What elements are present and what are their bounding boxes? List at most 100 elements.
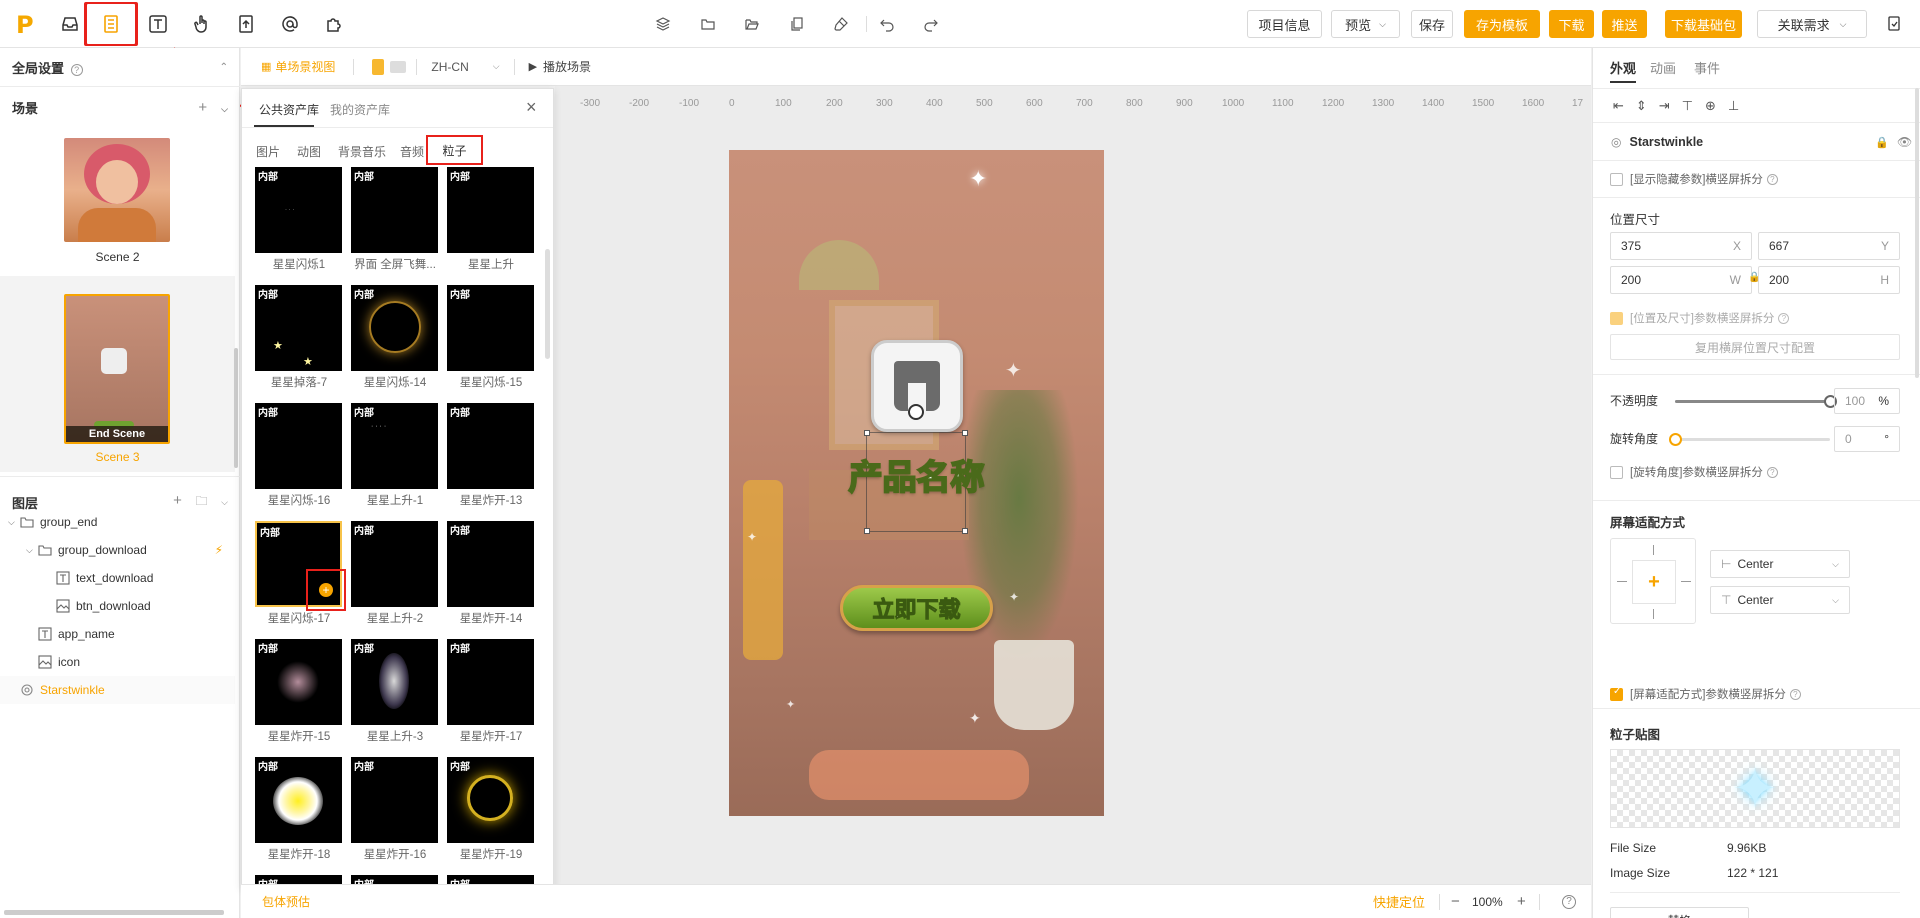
horizontal-scrollbar[interactable] xyxy=(4,910,224,915)
new-folder-icon[interactable]: 🗀 xyxy=(196,494,208,508)
asset-thumbnail[interactable]: 内部 xyxy=(351,757,438,843)
language-select[interactable]: ZH-CN xyxy=(431,60,468,74)
subtab-bgm[interactable]: 背景音乐 xyxy=(338,143,386,160)
layer-row[interactable]: icon xyxy=(0,648,235,676)
rotation-input[interactable]: 0 ° xyxy=(1834,426,1900,452)
color-swatch-orange[interactable] xyxy=(372,58,385,75)
single-scene-view-button[interactable]: 单场景视图 xyxy=(275,58,335,75)
h-align-select[interactable]: ⊢ Center ⌵ xyxy=(1710,550,1850,578)
clipboard-check-icon[interactable] xyxy=(1883,12,1905,34)
tab-public-assets[interactable]: 公共资产库 xyxy=(259,101,319,118)
scene-name[interactable]: Scene 2 xyxy=(0,250,235,264)
pos-split-checkbox[interactable] xyxy=(1610,311,1623,325)
asset-thumbnail[interactable]: 内部 xyxy=(447,403,534,489)
chevron-down-icon[interactable]: ⌵ xyxy=(26,545,38,556)
asset-thumbnail[interactable]: 内部 xyxy=(255,639,342,725)
chevron-up-icon[interactable]: ⌃ xyxy=(220,62,228,73)
eraser-icon[interactable] xyxy=(830,13,852,35)
folder-icon[interactable] xyxy=(697,13,719,35)
layer-row[interactable]: btn_download xyxy=(0,592,235,620)
asset-thumbnail[interactable]: 内部 xyxy=(351,521,438,607)
rotation-split-row[interactable]: [旋转角度]参数横竖屏拆分 ? xyxy=(1610,464,1778,480)
asset-thumbnail[interactable]: 内部 xyxy=(351,639,438,725)
rotate-handle-icon[interactable] xyxy=(908,404,924,420)
asset-thumbnail[interactable]: 内部 · · · · xyxy=(351,403,438,489)
hand-tool-icon[interactable] xyxy=(188,10,216,38)
rotation-split-checkbox[interactable] xyxy=(1610,465,1623,479)
rotation-slider-knob[interactable] xyxy=(1669,433,1682,446)
eye-icon[interactable]: 👁 xyxy=(1897,135,1912,149)
layers-icon[interactable] xyxy=(652,13,674,35)
layer-row[interactable]: text_download xyxy=(0,564,235,592)
asset-thumbnail-hovered[interactable]: 内部 + xyxy=(255,521,346,611)
pos-split-row[interactable]: [位置及尺寸]参数横竖屏拆分 ? xyxy=(1610,310,1790,326)
chevron-down-icon[interactable]: ⌵ xyxy=(8,517,20,528)
add-scene-icon[interactable]: + xyxy=(198,99,207,116)
y-input[interactable]: 667 Y xyxy=(1758,232,1900,260)
scenes-scrollbar[interactable] xyxy=(234,348,238,468)
show-hidden-row[interactable]: [显示隐藏参数]横竖屏拆分 ? xyxy=(1610,171,1778,187)
asset-scrollbar[interactable] xyxy=(545,249,550,359)
scene-layout-icon[interactable] xyxy=(85,2,137,46)
copy-icon[interactable] xyxy=(786,13,808,35)
opacity-input[interactable]: 100% xyxy=(1834,388,1900,414)
opacity-slider[interactable] xyxy=(1675,395,1837,408)
inbox-icon[interactable] xyxy=(56,10,84,38)
asset-thumbnail[interactable]: 内部 xyxy=(351,285,438,371)
layer-row[interactable]: ⌵ group_download ⚡ xyxy=(0,536,235,564)
color-swatch-gray[interactable] xyxy=(390,60,407,73)
subtab-particles[interactable]: 粒子 xyxy=(426,135,483,165)
asset-thumbnail[interactable]: 内部 xyxy=(351,167,438,253)
scene-thumbnail[interactable] xyxy=(64,138,170,242)
link-requirement-button[interactable]: 关联需求 ⌵ xyxy=(1757,10,1867,38)
chevron-down-icon[interactable]: ⌵ xyxy=(221,497,228,507)
layer-row[interactable]: ⌵ group_end xyxy=(0,508,235,536)
download-base-button[interactable]: 下载基础包 xyxy=(1665,10,1742,38)
h-input[interactable]: 200 H xyxy=(1758,266,1900,294)
show-hidden-checkbox[interactable] xyxy=(1610,172,1623,186)
layer-row-selected[interactable]: Starstwinkle xyxy=(0,676,235,704)
asset-thumbnail[interactable]: 内部 xyxy=(255,757,342,843)
help-icon[interactable]: ? xyxy=(1562,894,1576,909)
download-now-button[interactable]: 立即下载 xyxy=(840,585,993,631)
global-settings-header[interactable]: 全局设置 ? ⌃ xyxy=(0,50,240,84)
redo-icon[interactable] xyxy=(920,13,942,35)
push-button[interactable]: 推送 xyxy=(1602,10,1647,38)
scene-preview[interactable]: ✦ ✦ ✦ ✦ ✦ ✦ 产品名称 立即下载 xyxy=(729,150,1104,816)
screen-split-row[interactable]: ✓ [屏幕适配方式]参数横竖屏拆分 ? xyxy=(1610,686,1801,702)
app-name-text[interactable]: 产品名称 xyxy=(729,450,1104,499)
chevron-down-icon[interactable]: ⌵ xyxy=(221,104,228,114)
zoom-out-button[interactable]: − xyxy=(1451,893,1460,910)
save-template-button[interactable]: 存为模板 xyxy=(1464,10,1540,38)
properties-scrollbar[interactable] xyxy=(1915,88,1919,378)
asset-thumbnail[interactable]: 内部 · · · xyxy=(255,167,342,253)
asset-thumbnail[interactable]: 内部 ★ ★ xyxy=(255,285,342,371)
subtab-animations[interactable]: 动图 xyxy=(297,143,321,160)
layer-row[interactable]: app_name xyxy=(0,620,235,648)
tab-animation[interactable]: 动画 xyxy=(1650,58,1676,77)
x-input[interactable]: 375 X xyxy=(1610,232,1752,260)
align-bottom-icon[interactable]: ⊥ xyxy=(1728,98,1739,114)
text-tool-icon[interactable] xyxy=(144,10,172,38)
screen-split-checkbox[interactable]: ✓ xyxy=(1610,686,1623,701)
v-align-select[interactable]: ⊤ Center ⌵ xyxy=(1710,586,1850,614)
align-center-h-icon[interactable]: ⇕ xyxy=(1636,98,1647,114)
reuse-landscape-button[interactable]: 复用横屏位置尺寸配置 xyxy=(1610,334,1900,360)
preview-button[interactable]: 预览 ⌵ xyxy=(1331,10,1400,38)
package-estimate-link[interactable]: 包体预估 xyxy=(262,893,310,910)
asset-thumbnail[interactable]: 内部 xyxy=(255,403,342,489)
tab-my-assets[interactable]: 我的资产库 xyxy=(330,101,390,118)
plugin-icon[interactable] xyxy=(320,10,348,38)
rotation-slider[interactable] xyxy=(1669,433,1830,446)
tab-events[interactable]: 事件 xyxy=(1694,58,1720,77)
subtab-images[interactable]: 图片 xyxy=(256,143,280,160)
anchor-center-icon[interactable]: + xyxy=(1632,560,1676,604)
quick-locate-link[interactable]: 快捷定位 xyxy=(1373,892,1425,911)
at-icon[interactable] xyxy=(276,10,304,38)
upload-file-icon[interactable] xyxy=(232,10,260,38)
align-top-icon[interactable]: ⊤ xyxy=(1682,98,1693,114)
scene-thumbnail-active[interactable]: End Scene xyxy=(64,294,170,444)
anchor-picker[interactable]: + xyxy=(1610,538,1696,624)
open-folder-icon[interactable] xyxy=(741,13,763,35)
chevron-down-icon[interactable]: ⌵ xyxy=(493,61,500,72)
